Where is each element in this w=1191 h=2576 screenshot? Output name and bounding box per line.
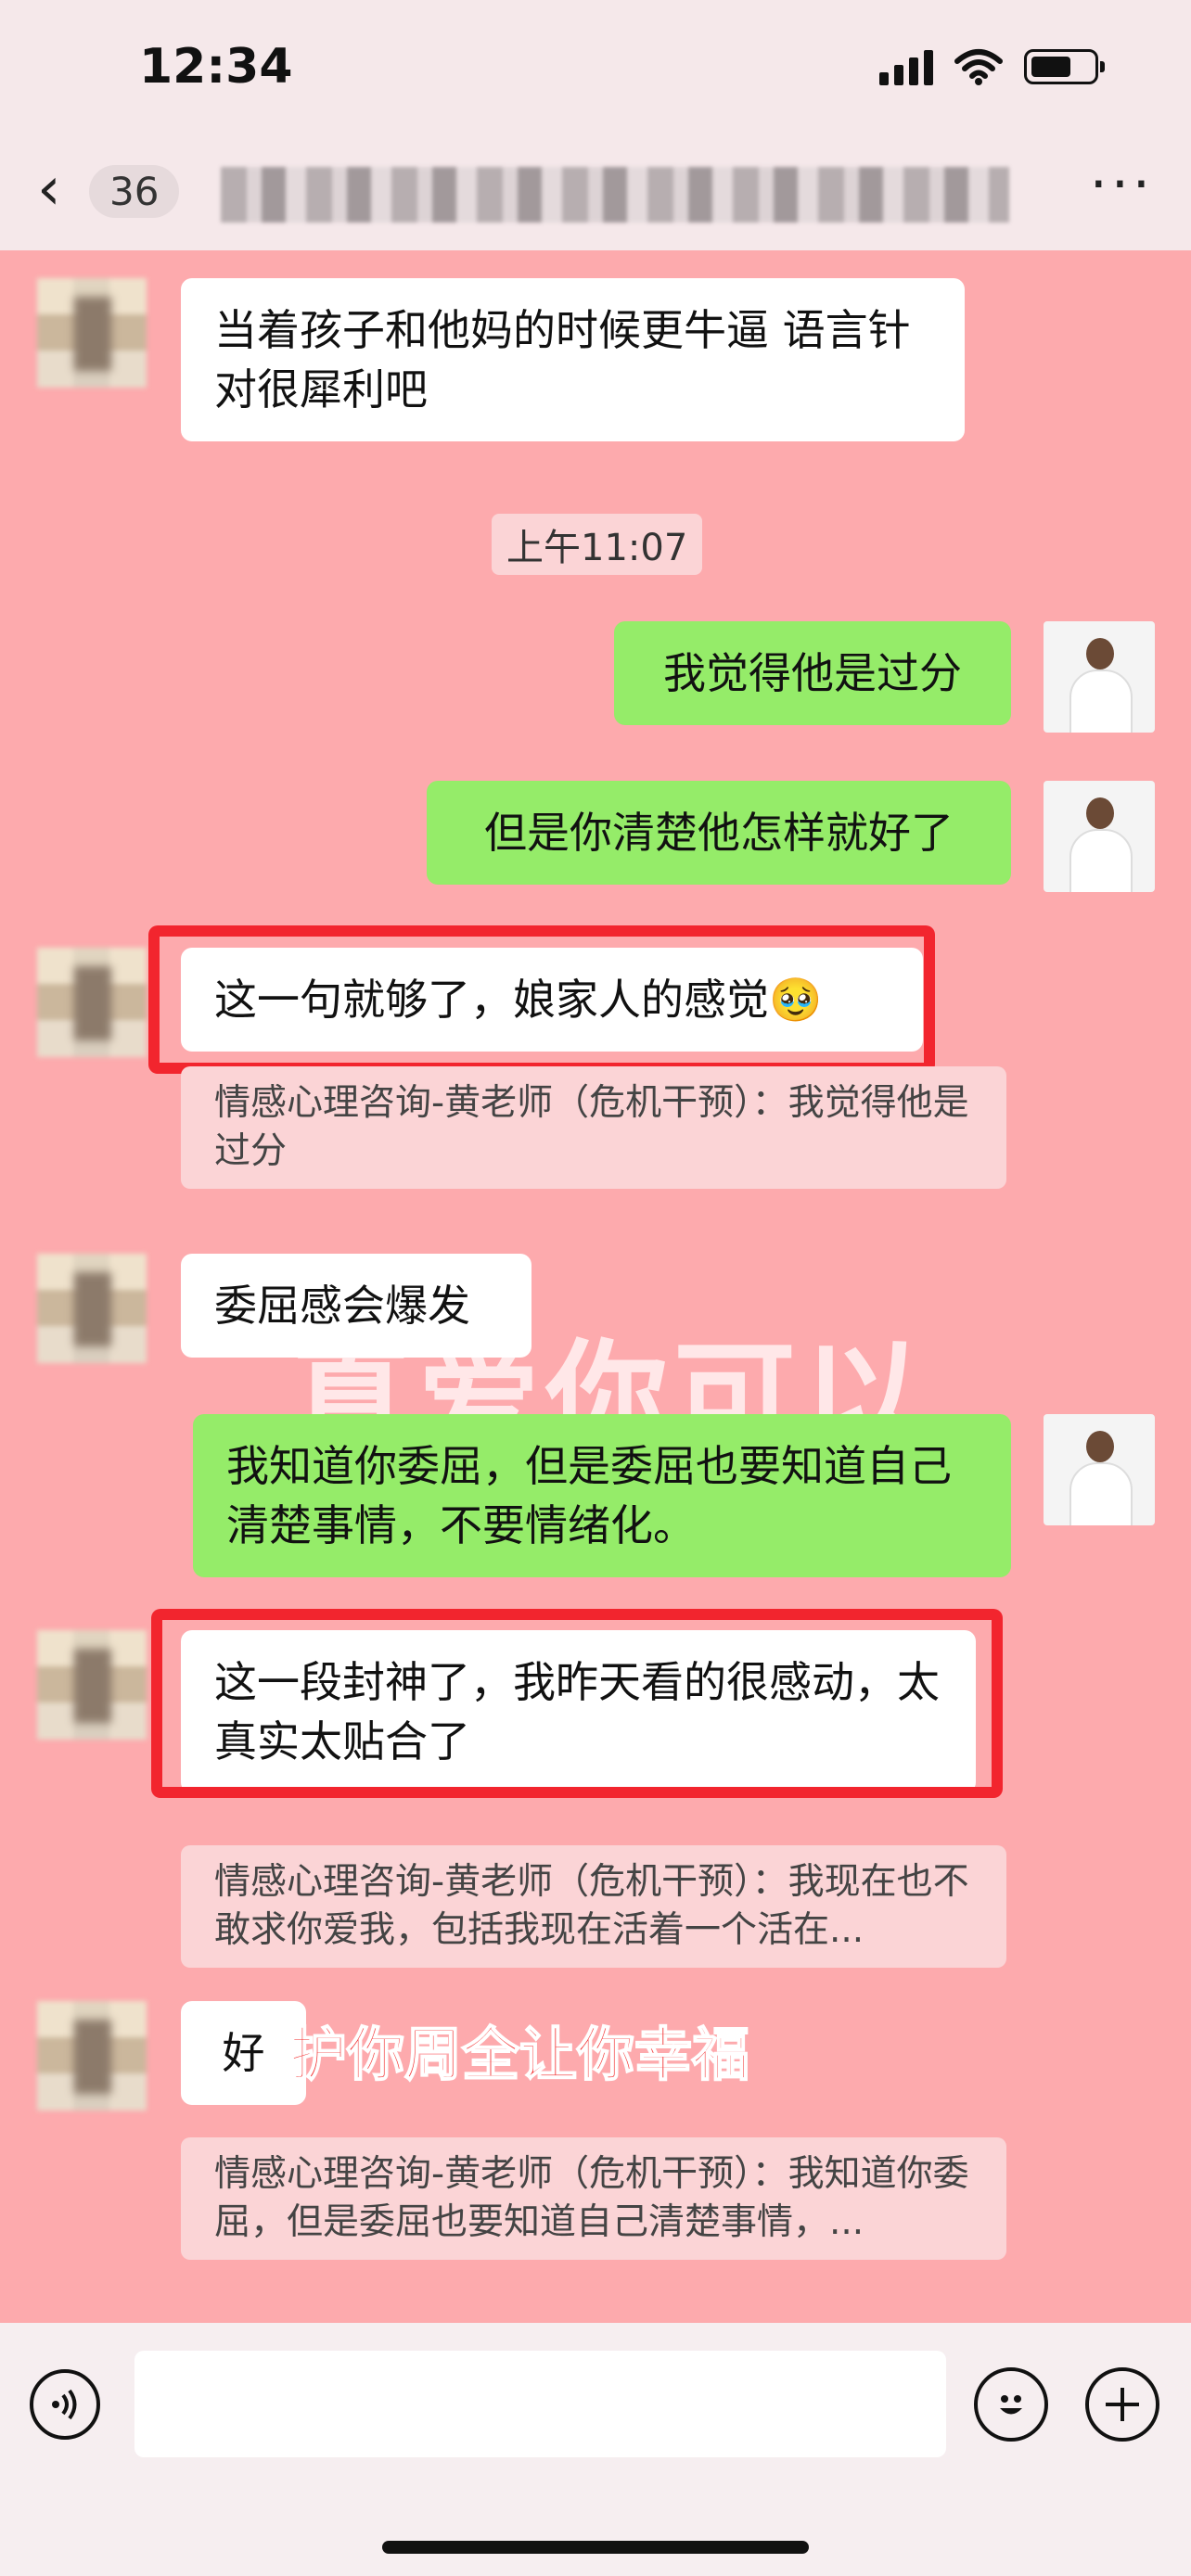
chat-title-blurred — [221, 167, 1009, 223]
watermark-red-text: 护你周全让你幸福 — [288, 2020, 750, 2089]
back-chevron-icon[interactable]: ‹ — [37, 159, 61, 219]
contact-avatar[interactable] — [37, 278, 147, 388]
wifi-icon — [954, 49, 1003, 85]
message-bubble-right[interactable]: 但是你清楚他怎样就好了 — [427, 781, 1011, 885]
quoted-message[interactable]: 情感心理咨询-黄老师（危机干预）：我知道你委屈，但是委屈也要知道自己清楚事情，.… — [181, 2137, 1006, 2260]
message-bubble-right[interactable]: 我知道你委屈，但是委屈也要知道自己清楚事情，不要情绪化。 — [193, 1414, 1011, 1577]
emoji-button[interactable] — [974, 2367, 1048, 2442]
my-avatar[interactable] — [1044, 1414, 1155, 1525]
signal-icon — [879, 48, 933, 85]
battery-icon — [1024, 49, 1105, 84]
message-bubble-left[interactable]: 当着孩子和他妈的时候更牛逼 语言针对很犀利吧 — [181, 278, 965, 441]
my-avatar[interactable] — [1044, 621, 1155, 733]
status-time: 12:34 — [139, 39, 293, 95]
plus-button[interactable] — [1085, 2367, 1159, 2442]
contact-avatar[interactable] — [37, 948, 147, 1057]
contact-avatar[interactable] — [37, 2001, 147, 2111]
smiley-icon — [1000, 2395, 1022, 2415]
highlight-box — [148, 925, 935, 1074]
unread-count-badge[interactable]: 36 — [89, 165, 180, 218]
my-avatar[interactable] — [1044, 781, 1155, 892]
more-options-icon[interactable]: ··· — [1090, 152, 1154, 217]
nav-bar: ‹ 36 ··· — [0, 139, 1191, 241]
status-icons — [879, 48, 1105, 85]
highlight-box — [151, 1609, 1003, 1798]
home-indicator[interactable] — [382, 2541, 809, 2554]
voice-icon — [52, 2389, 77, 2420]
quoted-message[interactable]: 情感心理咨询-黄老师（危机干预）：我觉得他是过分 — [181, 1066, 1006, 1189]
quoted-message[interactable]: 情感心理咨询-黄老师（危机干预）：我现在也不敢求你爱我，包括我现在活着一个活在.… — [181, 1845, 1006, 1968]
message-bubble-right[interactable]: 我觉得他是过分 — [614, 621, 1011, 725]
plus-icon — [1106, 2388, 1139, 2421]
input-bar — [0, 2323, 1191, 2576]
chat-area[interactable]: 真爱你可以 当着孩子和他妈的时候更牛逼 语言针对很犀利吧 上午11:07 我觉得… — [0, 250, 1191, 2323]
contact-avatar[interactable] — [37, 1630, 147, 1740]
message-input[interactable] — [134, 2351, 946, 2457]
top-bar: 12:34 ‹ 36 ··· — [0, 0, 1191, 250]
message-timestamp: 上午11:07 — [492, 514, 703, 575]
message-bubble-left[interactable]: 好 — [181, 2001, 306, 2105]
contact-avatar[interactable] — [37, 1254, 147, 1363]
message-bubble-left[interactable]: 委屈感会爆发 — [181, 1254, 531, 1358]
voice-input-button[interactable] — [30, 2369, 100, 2440]
